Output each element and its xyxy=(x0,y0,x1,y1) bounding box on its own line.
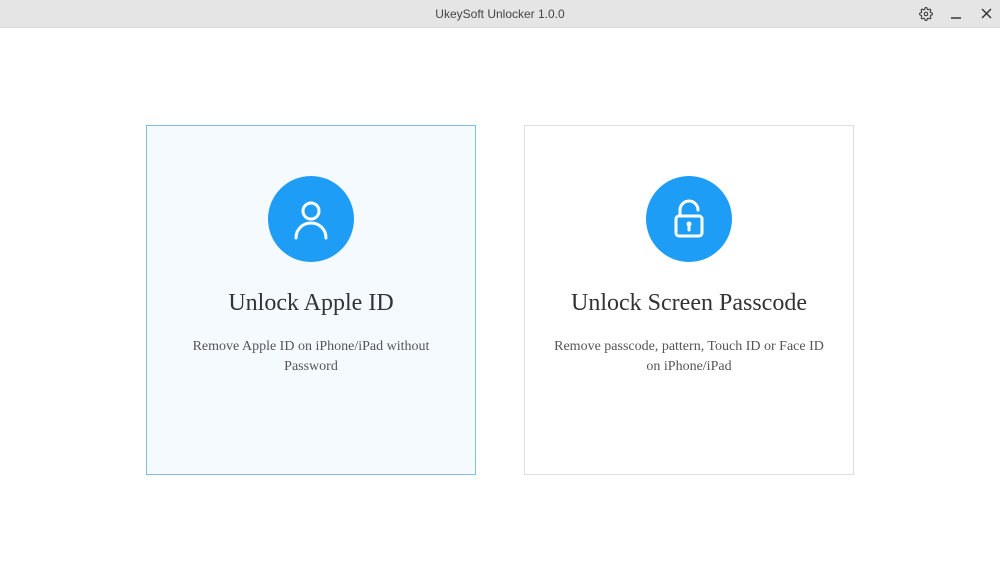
settings-icon[interactable] xyxy=(918,6,934,22)
app-title: UkeySoft Unlocker 1.0.0 xyxy=(435,7,564,21)
unlock-icon xyxy=(646,176,732,262)
card-title: Unlock Screen Passcode xyxy=(571,290,807,317)
unlock-apple-id-card[interactable]: Unlock Apple ID Remove Apple ID on iPhon… xyxy=(146,125,476,475)
card-title: Unlock Apple ID xyxy=(228,290,393,317)
person-icon xyxy=(268,176,354,262)
card-description: Remove passcode, pattern, Touch ID or Fa… xyxy=(525,337,853,378)
unlock-screen-passcode-card[interactable]: Unlock Screen Passcode Remove passcode, … xyxy=(524,125,854,475)
close-button[interactable] xyxy=(978,6,994,22)
minimize-button[interactable] xyxy=(948,6,964,22)
titlebar: UkeySoft Unlocker 1.0.0 xyxy=(0,0,1000,28)
card-description: Remove Apple ID on iPhone/iPad without P… xyxy=(147,337,475,378)
window-controls xyxy=(918,6,994,22)
main-content: Unlock Apple ID Remove Apple ID on iPhon… xyxy=(0,28,1000,572)
